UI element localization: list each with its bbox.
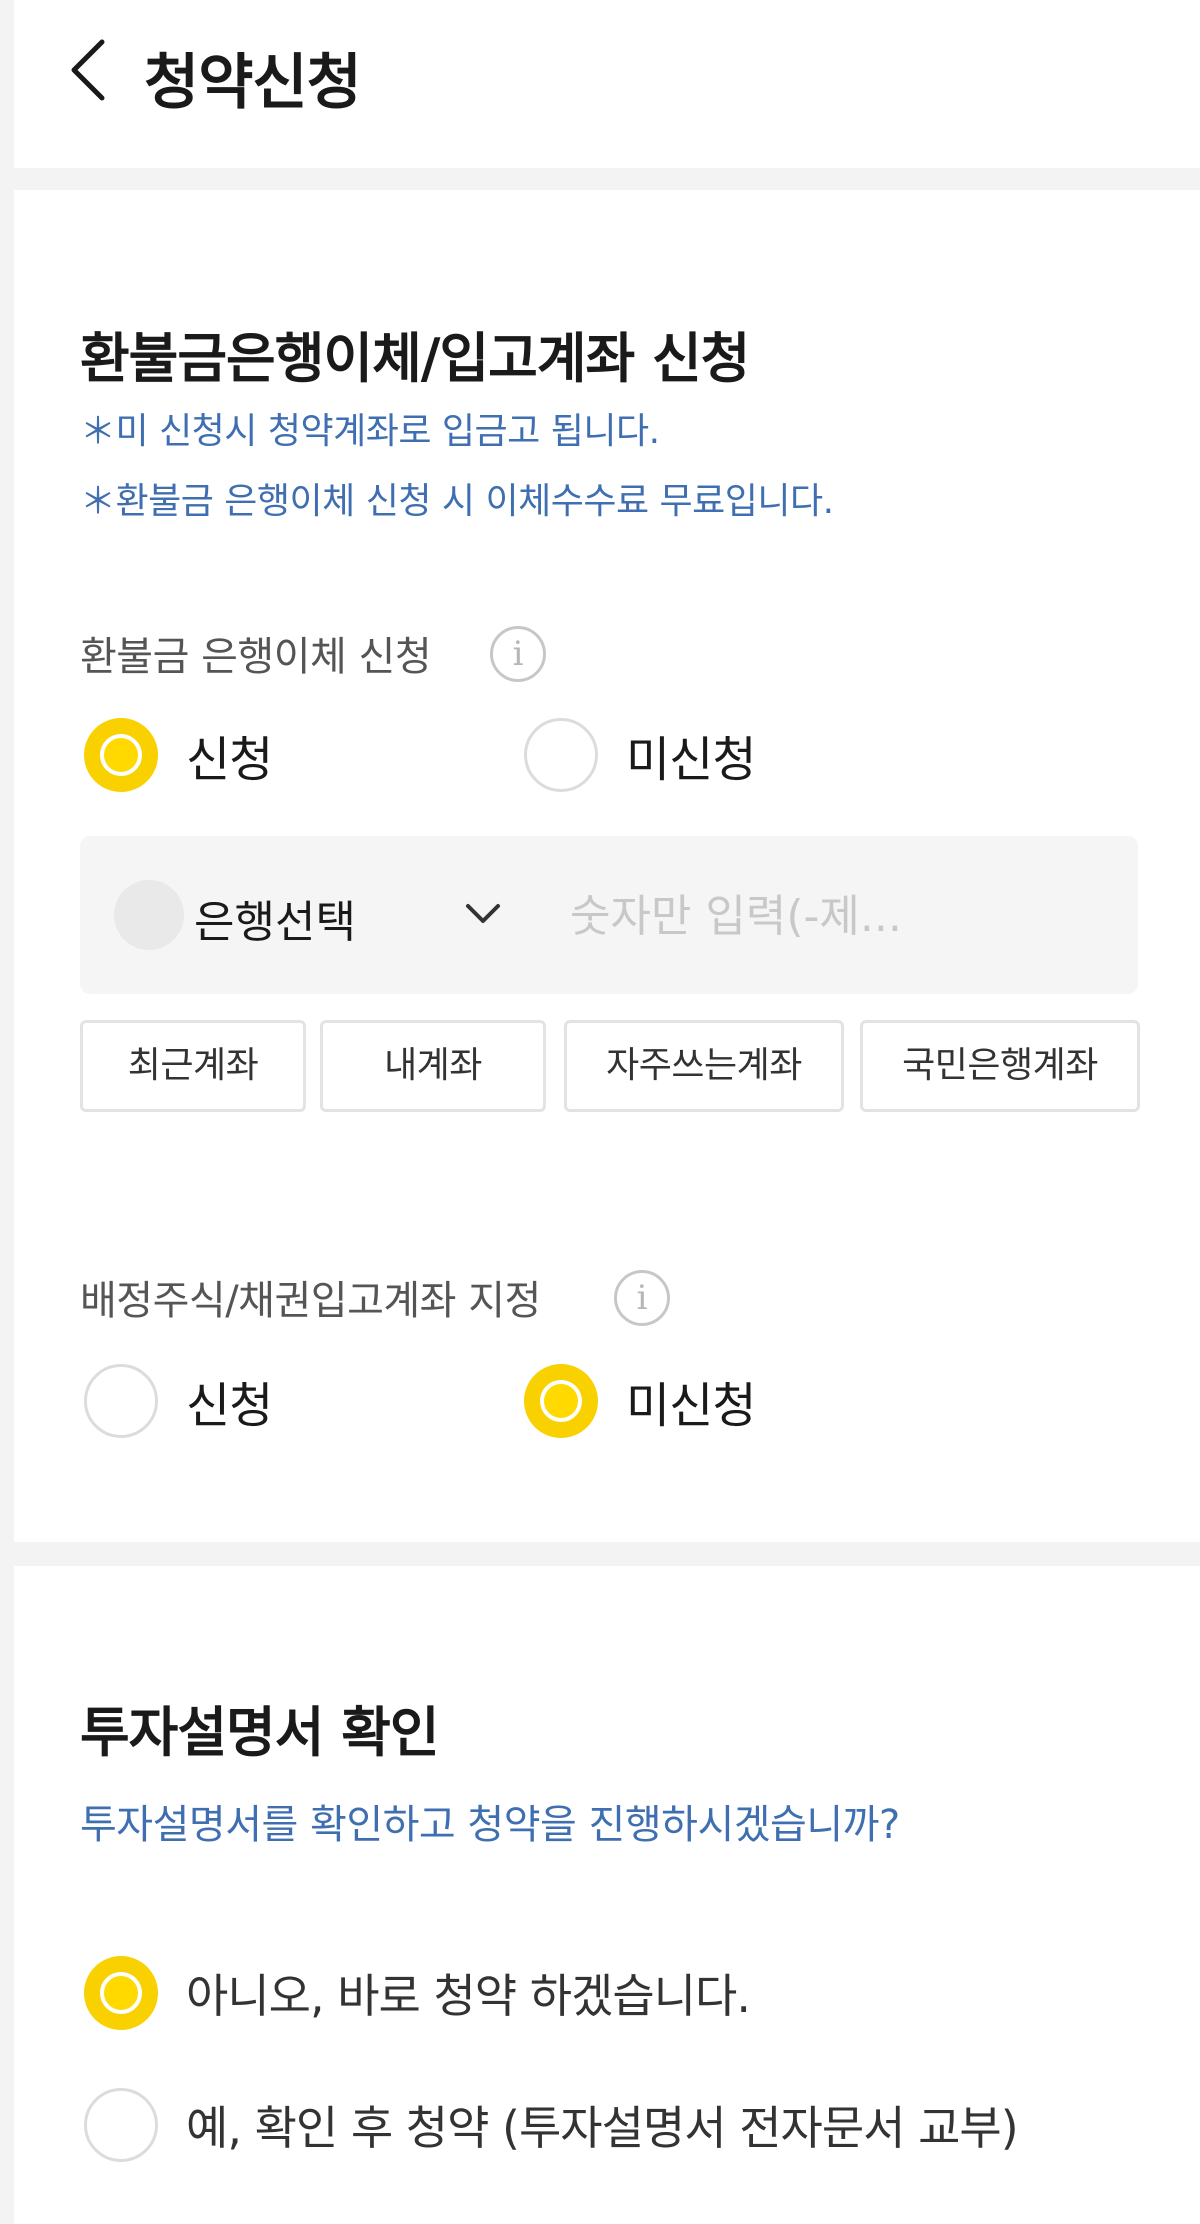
section-divider	[14, 168, 1200, 190]
bank-account-box: 은행선택	[80, 836, 1138, 994]
chevron-left-icon	[71, 39, 105, 101]
bank-select-dropdown[interactable]: 은행선택	[194, 886, 356, 950]
prospectus-section: 투자설명서 확인 투자설명서를 확인하고 청약을 진행하시겠습니까? 아니오, …	[14, 1566, 1200, 2224]
bank-logo	[114, 880, 184, 950]
section-title: 환불금은행이체/입고계좌 신청	[80, 327, 750, 390]
recent-account-button[interactable]: 최근계좌	[80, 1020, 306, 1112]
prospectus-confirm-radio[interactable]	[84, 2088, 158, 2162]
radio-label-skip[interactable]: 아니오, 바로 청약 하겠습니다.	[186, 1960, 751, 2026]
section-divider	[14, 1542, 1200, 1566]
section-title: 투자설명서 확인	[80, 1701, 440, 1764]
bank-transfer-apply-radio[interactable]	[84, 718, 158, 792]
radio-label-confirm[interactable]: 예, 확인 후 청약 (투자설명서 전자문서 교부)	[186, 2092, 1019, 2158]
deposit-account-label: 배정주식/채권입고계좌 지정	[80, 1278, 541, 1324]
screen-left-edge	[0, 0, 14, 2224]
refund-transfer-section: 환불금은행이체/입고계좌 신청 ＊미 신청시 청약계좌로 입금고 됩니다. ＊환…	[14, 190, 1200, 1542]
info-icon[interactable]: i	[614, 1270, 670, 1326]
app-header: 청약신청	[14, 0, 1200, 168]
notice-text: ＊미 신청시 청약계좌로 입금고 됩니다.	[80, 411, 660, 452]
notice-text: ＊환불금 은행이체 신청 시 이체수수료 무료입니다.	[80, 481, 834, 522]
chevron-down-icon[interactable]	[458, 888, 508, 938]
deposit-account-apply-radio[interactable]	[84, 1364, 158, 1438]
page-title: 청약신청	[144, 48, 362, 118]
bank-transfer-label: 환불금 은행이체 신청	[80, 634, 432, 680]
prospectus-skip-radio[interactable]	[84, 1956, 158, 2030]
back-button[interactable]	[54, 30, 134, 110]
deposit-account-decline-radio[interactable]	[524, 1364, 598, 1438]
prospectus-question: 투자설명서를 확인하고 청약을 진행하시겠습니까?	[80, 1802, 900, 1848]
bank-transfer-decline-radio[interactable]	[524, 718, 598, 792]
radio-label-apply[interactable]: 신청	[186, 720, 273, 790]
kb-bank-account-button[interactable]: 국민은행계좌	[860, 1020, 1140, 1112]
radio-label-apply[interactable]: 신청	[186, 1366, 273, 1436]
radio-label-decline[interactable]: 미신청	[626, 720, 756, 790]
account-number-input[interactable]	[570, 876, 1110, 956]
radio-label-decline[interactable]: 미신청	[626, 1366, 756, 1436]
info-icon[interactable]: i	[490, 626, 546, 682]
my-account-button[interactable]: 내계좌	[320, 1020, 546, 1112]
frequent-account-button[interactable]: 자주쓰는계좌	[564, 1020, 844, 1112]
